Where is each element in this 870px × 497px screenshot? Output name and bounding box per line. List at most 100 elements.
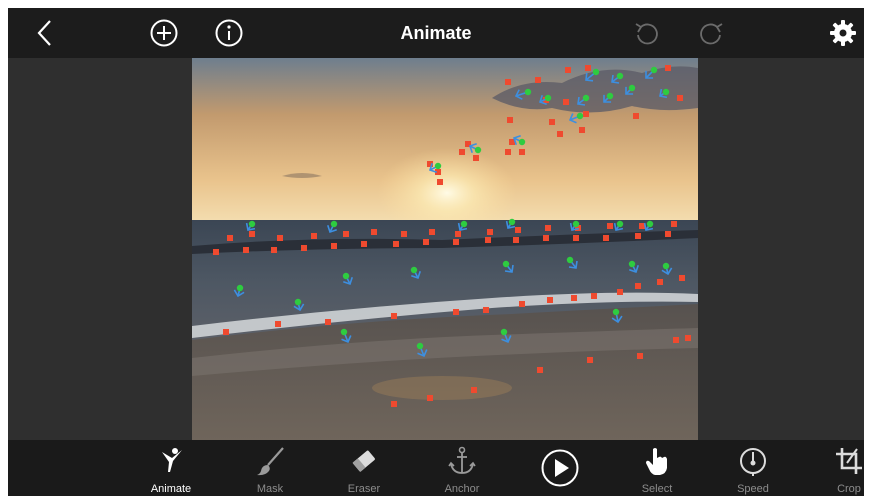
anchor-point-marker[interactable]: [585, 65, 591, 71]
anchor-point-marker[interactable]: [583, 111, 589, 117]
anchor-point-marker[interactable]: [633, 113, 639, 119]
tool-animate[interactable]: Animate: [141, 440, 201, 496]
redo-button[interactable]: [686, 8, 736, 58]
anchor-point-marker[interactable]: [487, 229, 493, 235]
anchor-point-marker[interactable]: [537, 367, 543, 373]
anchor-point-marker[interactable]: [671, 221, 677, 227]
photo-canvas[interactable]: [192, 58, 698, 440]
brush-icon: [257, 447, 284, 476]
anchor-point-marker[interactable]: [275, 321, 281, 327]
anchor-point-marker[interactable]: [361, 241, 367, 247]
anchor-point-marker[interactable]: [603, 235, 609, 241]
tool-label: Animate: [150, 483, 192, 495]
anchor-point-marker[interactable]: [679, 275, 685, 281]
tool-label: Mask: [256, 483, 284, 495]
anchor-point-marker[interactable]: [271, 247, 277, 253]
anchor-point-marker[interactable]: [519, 149, 525, 155]
redo-icon: [700, 23, 723, 45]
anchor-point-marker[interactable]: [677, 95, 683, 101]
anchor-point-marker[interactable]: [437, 179, 443, 185]
anchor-point-marker[interactable]: [471, 387, 477, 393]
tool-bar: Animate Mask Eraser Anchor Select Speed …: [8, 440, 864, 496]
tool-anchor[interactable]: Anchor: [432, 440, 492, 496]
anchor-point-marker[interactable]: [673, 337, 679, 343]
anchor-icon: [448, 446, 476, 474]
speedometer-icon: [740, 448, 766, 476]
undo-icon: [635, 23, 658, 45]
tool-label: Anchor: [444, 483, 480, 495]
anchor-point-marker[interactable]: [485, 237, 491, 243]
anchor-point-marker[interactable]: [571, 295, 577, 301]
anchor-point-marker[interactable]: [371, 229, 377, 235]
anchor-point-marker[interactable]: [579, 127, 585, 133]
anchor-point-marker[interactable]: [393, 241, 399, 247]
anchor-point-marker[interactable]: [635, 233, 641, 239]
anchor-point-marker[interactable]: [453, 309, 459, 315]
anchor-point-marker[interactable]: [423, 239, 429, 245]
anchor-point-marker[interactable]: [459, 149, 465, 155]
anchor-point-marker[interactable]: [573, 235, 579, 241]
anchor-point-marker[interactable]: [519, 301, 525, 307]
anchor-point-marker[interactable]: [587, 357, 593, 363]
anchor-point-marker[interactable]: [547, 297, 553, 303]
anchor-point-marker[interactable]: [391, 313, 397, 319]
tool-label: Crop: [837, 483, 861, 495]
anchor-point-marker[interactable]: [429, 229, 435, 235]
anchor-point-marker[interactable]: [483, 307, 489, 313]
anchor-point-marker[interactable]: [543, 235, 549, 241]
anchor-point-marker[interactable]: [227, 235, 233, 241]
anchor-point-marker[interactable]: [685, 335, 691, 341]
anchor-point-marker[interactable]: [591, 293, 597, 299]
anchor-point-marker[interactable]: [277, 235, 283, 241]
anchor-point-marker[interactable]: [331, 243, 337, 249]
tool-label: Speed: [737, 483, 769, 495]
anchor-point-marker[interactable]: [563, 99, 569, 105]
anchor-point-marker[interactable]: [557, 131, 563, 137]
anchor-point-marker[interactable]: [325, 319, 331, 325]
anchor-point-marker[interactable]: [453, 239, 459, 245]
tool-label: Eraser: [347, 483, 381, 495]
anchor-point-marker[interactable]: [243, 247, 249, 253]
beach-sunset-photo: [192, 58, 698, 440]
tool-label: Select: [641, 483, 673, 495]
anchor-point-marker[interactable]: [507, 117, 513, 123]
anchor-point-marker[interactable]: [401, 231, 407, 237]
tool-crop[interactable]: Crop: [819, 440, 864, 496]
tool-mask[interactable]: Mask: [240, 440, 300, 496]
anchor-point-marker[interactable]: [213, 249, 219, 255]
top-bar: Animate: [8, 8, 864, 58]
anchor-point-marker[interactable]: [249, 231, 255, 237]
anchor-point-marker[interactable]: [301, 245, 307, 251]
anchor-point-marker[interactable]: [455, 231, 461, 237]
anchor-point-marker[interactable]: [617, 289, 623, 295]
anchor-point-marker[interactable]: [545, 225, 551, 231]
app-window: Animate Animate Mask Eraser Anchor Selec…: [8, 8, 864, 496]
anchor-point-marker[interactable]: [513, 237, 519, 243]
crop-icon: [836, 448, 862, 474]
anchor-point-marker[interactable]: [565, 67, 571, 73]
undo-button[interactable]: [622, 8, 672, 58]
anchor-point-marker[interactable]: [665, 65, 671, 71]
anchor-point-marker[interactable]: [657, 279, 663, 285]
eraser-icon: [352, 450, 375, 473]
settings-button[interactable]: [818, 8, 864, 58]
play-button[interactable]: [530, 440, 590, 496]
anchor-point-marker[interactable]: [223, 329, 229, 335]
anchor-point-marker[interactable]: [311, 233, 317, 239]
anchor-point-marker[interactable]: [473, 155, 479, 161]
anchor-point-marker[interactable]: [343, 231, 349, 237]
anchor-point-marker[interactable]: [637, 353, 643, 359]
anchor-point-marker[interactable]: [607, 223, 613, 229]
anchor-point-marker[interactable]: [505, 149, 511, 155]
anchor-point-marker[interactable]: [535, 77, 541, 83]
tool-speed[interactable]: Speed: [723, 440, 783, 496]
anchor-point-marker[interactable]: [549, 119, 555, 125]
anchor-point-marker[interactable]: [427, 395, 433, 401]
anchor-point-marker[interactable]: [515, 227, 521, 233]
anchor-point-marker[interactable]: [635, 283, 641, 289]
anchor-point-marker[interactable]: [391, 401, 397, 407]
anchor-point-marker[interactable]: [505, 79, 511, 85]
tool-select[interactable]: Select: [627, 440, 687, 496]
tool-eraser[interactable]: Eraser: [334, 440, 394, 496]
anchor-point-marker[interactable]: [665, 231, 671, 237]
